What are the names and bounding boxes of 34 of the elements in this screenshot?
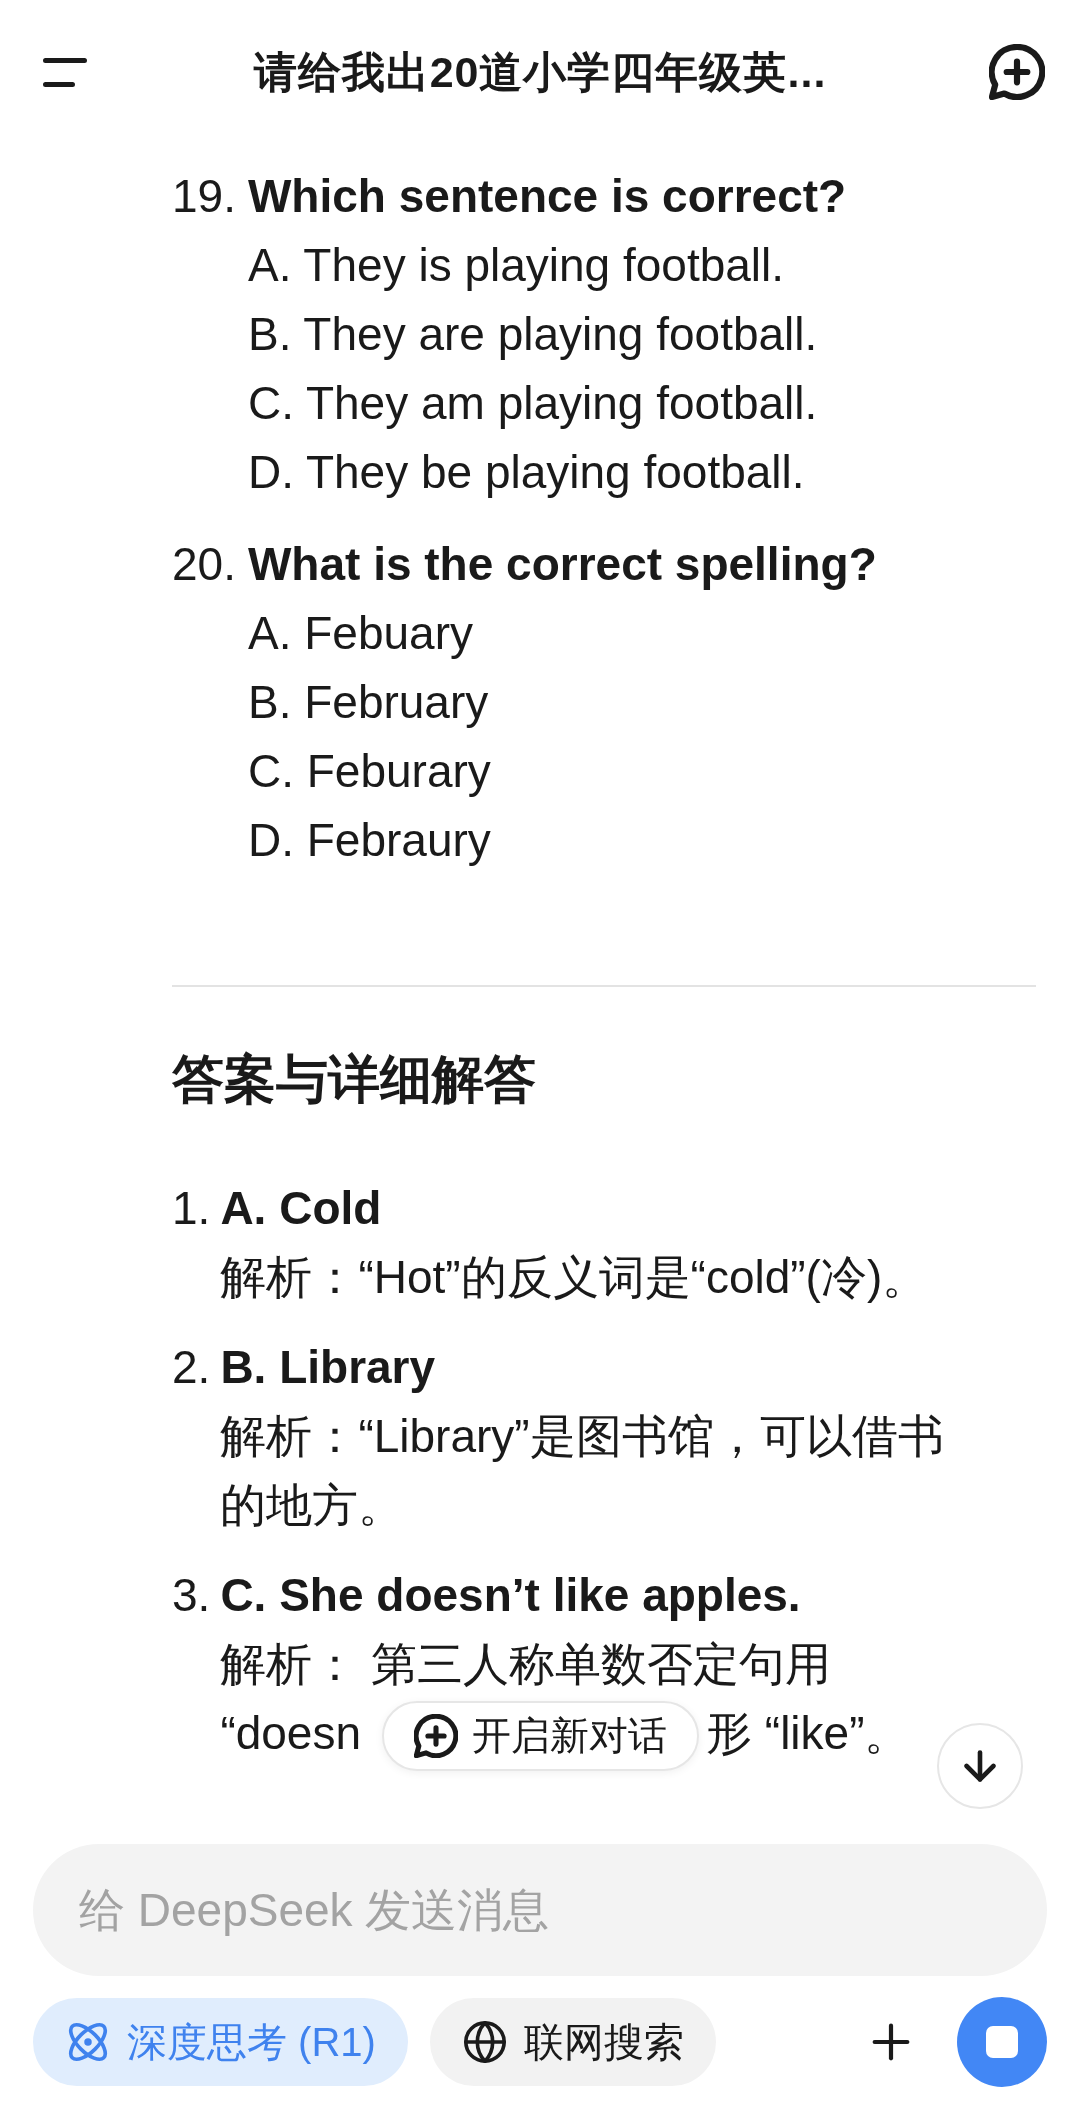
answer-number: 2. [172, 1340, 211, 1395]
chat-title: 请给我出20道小学四年级英... [253, 47, 827, 98]
explanation-text: 解析：“Hot”的反义词是“cold”(冷)。 [220, 1250, 929, 1305]
new-chat-button[interactable] [987, 42, 1047, 102]
section-heading: 答案与详细解答 [172, 1049, 536, 1110]
web-search-toggle[interactable]: 联网搜索 [429, 1998, 716, 2086]
chat-bubble-plus-icon [989, 44, 1045, 100]
question-text: What is the correct spelling? [247, 537, 877, 592]
question-number: 19. [172, 169, 236, 224]
question-text: Which sentence is correct? [247, 169, 847, 224]
answer-option: A. They is playing football. [247, 231, 785, 300]
stop-icon [986, 2026, 1018, 2058]
message-input[interactable]: 给 DeepSeek 发送消息 [33, 1844, 1047, 1976]
explanation-text: 解析：“Library”是图书馆，可以借书的地方。 [220, 1409, 945, 1533]
answer-option: C. They am playing football. [247, 369, 818, 438]
explanation-text: 解析： 第三人称单数否定句用 [220, 1637, 832, 1692]
answer-number: 3. [172, 1568, 211, 1623]
answer-option: B. February [247, 668, 489, 737]
answer-number: 1. [172, 1181, 211, 1236]
answer-text: C. She doesn’t like apples. [220, 1568, 801, 1623]
answer-text: B. Library [220, 1340, 436, 1395]
question-number: 20. [172, 537, 236, 592]
explanation-fragment: 形 “like”。 [706, 1706, 911, 1761]
globe-icon [461, 2019, 508, 2065]
answer-option: D. They be playing football. [247, 438, 805, 507]
answer-option: C. Feburary [247, 737, 491, 806]
answer-option: D. Febraury [247, 806, 491, 875]
answer-option: B. They are playing football. [247, 300, 818, 369]
menu-icon [43, 57, 87, 87]
answer-option: A. Febuary [247, 599, 473, 668]
answer-text: A. Cold [220, 1181, 382, 1236]
chat-bubble-plus-icon [414, 1714, 458, 1758]
explanation-fragment: “doesn [220, 1706, 362, 1761]
start-new-chat-button[interactable]: 开启新对话 [382, 1701, 699, 1771]
